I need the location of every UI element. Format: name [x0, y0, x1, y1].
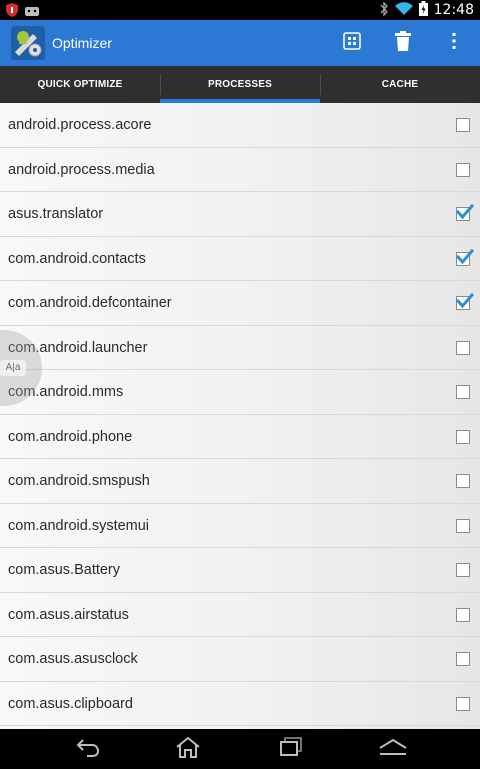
- overflow-menu-button[interactable]: [434, 20, 474, 66]
- bluetooth-icon: [379, 0, 389, 20]
- checkmark-icon: [456, 203, 474, 220]
- android-notification-icon: [24, 2, 40, 21]
- app-title: Optimizer: [52, 35, 112, 51]
- process-name: com.asus.asusclock: [8, 651, 138, 667]
- process-checkbox[interactable]: [456, 607, 470, 622]
- list-item[interactable]: android.process.acore: [0, 103, 480, 148]
- recent-apps-button[interactable]: [261, 729, 321, 769]
- optimizer-app-icon[interactable]: [10, 25, 46, 61]
- overflow-menu-icon: [451, 32, 457, 54]
- list-item[interactable]: com.android.contacts: [0, 237, 480, 281]
- tab-label: PROCESSES: [207, 79, 273, 90]
- action-bar: Optimizer: [0, 20, 480, 66]
- widget-grid-button[interactable]: [332, 20, 372, 66]
- tab-label: QUICK OPTIMIZE: [37, 79, 123, 90]
- tab-processes[interactable]: PROCESSES: [160, 66, 320, 103]
- home-icon: [175, 736, 201, 762]
- list-item[interactable]: asus.translator: [0, 192, 480, 237]
- battery-icon: [418, 0, 428, 20]
- process-name: com.android.smspush: [8, 473, 150, 489]
- process-name: com.asus.clipboard: [8, 695, 133, 712]
- process-checkbox[interactable]: [456, 563, 470, 577]
- tab-quick-optimize[interactable]: QUICK OPTIMIZE: [0, 66, 160, 103]
- process-name: com.android.phone: [8, 428, 133, 445]
- process-checkbox[interactable]: [456, 429, 470, 444]
- process-checkbox[interactable]: [456, 162, 470, 177]
- list-item[interactable]: com.android.launcher: [0, 326, 480, 370]
- list-item[interactable]: com.android.phone: [0, 415, 480, 459]
- process-checkbox[interactable]: [456, 203, 474, 221]
- back-button[interactable]: [58, 729, 118, 769]
- process-checkbox[interactable]: [456, 652, 470, 666]
- tab-label: CACHE: [381, 79, 419, 90]
- process-checkbox[interactable]: [456, 248, 474, 266]
- tab-cache[interactable]: CACHE: [320, 66, 480, 103]
- list-item[interactable]: android.process.media: [0, 148, 480, 192]
- process-list[interactable]: android.process.acore android.process.me…: [0, 103, 480, 729]
- trash-icon: [395, 31, 411, 55]
- wifi-icon: [394, 1, 413, 20]
- home-button[interactable]: [158, 729, 218, 769]
- process-name: com.asus.airstatus: [8, 606, 129, 623]
- menu-button[interactable]: [363, 729, 423, 769]
- list-item[interactable]: com.android.systemui: [0, 504, 480, 548]
- shield-icon: [6, 2, 18, 21]
- status-clock: 12:48: [433, 2, 474, 18]
- status-bar: 12:48: [0, 0, 480, 20]
- list-item[interactable]: com.asus.clipboard: [0, 682, 480, 726]
- delete-button[interactable]: [383, 20, 423, 66]
- process-name: asus.translator: [8, 206, 104, 222]
- back-icon: [75, 737, 101, 761]
- process-name: com.asus.Battery: [8, 562, 121, 578]
- process-checkbox[interactable]: [456, 518, 470, 533]
- list-item[interactable]: com.android.smspush: [0, 459, 480, 504]
- process-name: android.process.media: [8, 161, 155, 178]
- screen: 12:48 Optimizer QUICK OPTIMIZE PROCESSES…: [0, 0, 480, 769]
- process-checkbox[interactable]: [456, 696, 470, 711]
- checkmark-icon: [456, 248, 474, 264]
- process-name: com.android.systemui: [8, 517, 150, 534]
- process-name: android.process.acore: [8, 117, 152, 133]
- checkmark-icon: [456, 292, 474, 309]
- list-item[interactable]: com.android.mms: [0, 370, 480, 415]
- list-item[interactable]: com.asus.Battery: [0, 548, 480, 593]
- widget-grid-icon: [343, 32, 361, 54]
- list-item[interactable]: com.asus.airstatus: [0, 593, 480, 637]
- recent-apps-icon: [279, 737, 303, 761]
- process-checkbox[interactable]: [456, 292, 474, 310]
- process-checkbox[interactable]: [456, 474, 470, 488]
- list-item[interactable]: com.android.defcontainer: [0, 281, 480, 326]
- list-item[interactable]: com.asus.asusclock: [0, 637, 480, 682]
- process-checkbox[interactable]: [456, 118, 470, 132]
- menu-up-icon: [378, 738, 408, 760]
- navigation-bar: [0, 729, 480, 769]
- process-checkbox[interactable]: [456, 385, 470, 399]
- process-checkbox[interactable]: [456, 340, 470, 355]
- process-name: com.android.defcontainer: [8, 295, 172, 311]
- side-handle-label: A|a: [0, 360, 26, 376]
- tab-bar: QUICK OPTIMIZE PROCESSES CACHE: [0, 66, 480, 103]
- process-name: com.android.contacts: [8, 250, 146, 267]
